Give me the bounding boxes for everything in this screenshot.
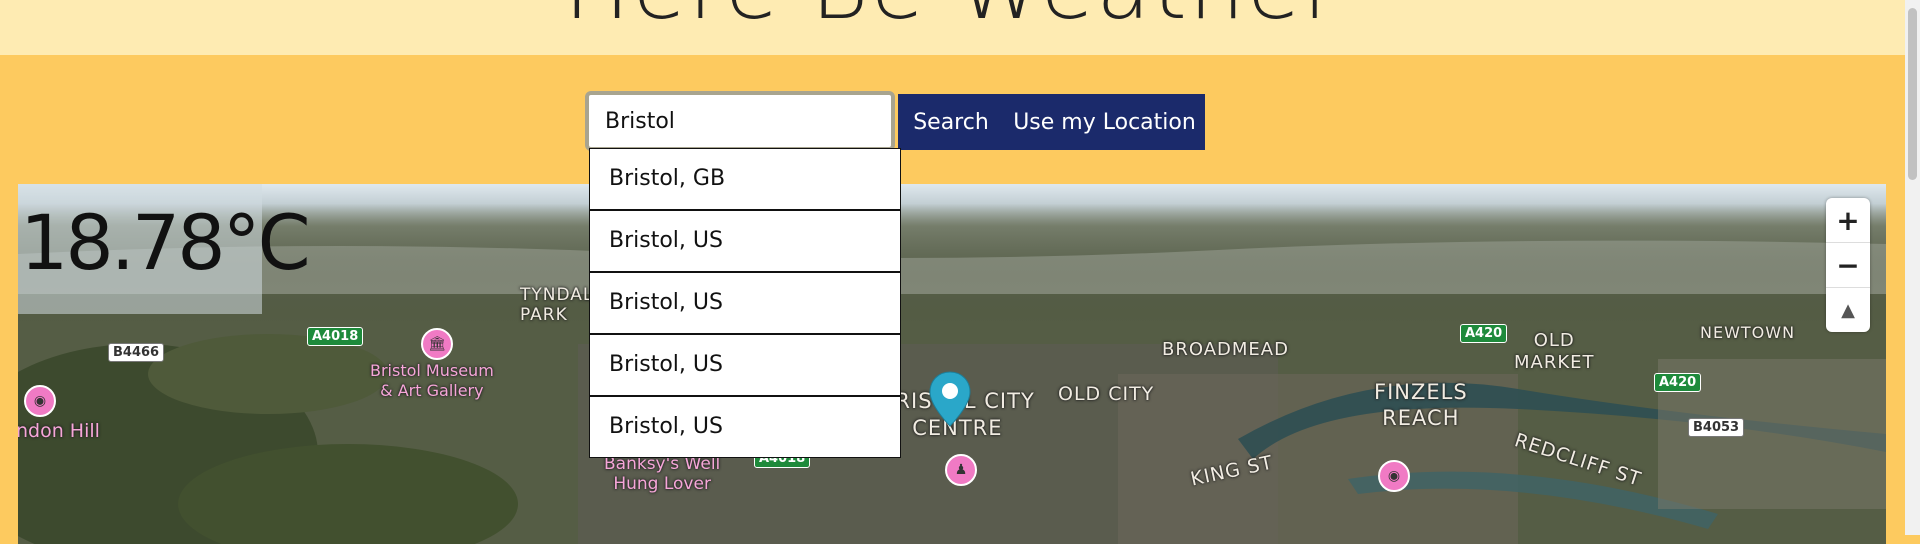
scrollbar-thumb[interactable] xyxy=(1908,8,1917,180)
road-badge-a420: A420 xyxy=(1654,373,1702,392)
map-label-old-market: OLD MARKET xyxy=(1514,330,1595,373)
search-input[interactable] xyxy=(585,91,895,151)
camera-icon[interactable]: ◉ xyxy=(1378,460,1410,492)
suggestion-dropdown: Bristol, GB Bristol, US Bristol, US Bris… xyxy=(589,148,901,458)
suggestion-item[interactable]: Bristol, US xyxy=(589,210,901,272)
map-label-broadmead: BROADMEAD xyxy=(1162,339,1289,360)
road-badge-a420: A420 xyxy=(1460,324,1508,343)
page-header: Here Be Weather xyxy=(0,0,1905,55)
map-controls: + − ▲ xyxy=(1826,198,1870,332)
suggestion-item[interactable]: Bristol, US xyxy=(589,334,901,396)
suggestion-item[interactable]: Bristol, GB xyxy=(589,148,901,210)
temperature-value: 18.78°C xyxy=(20,198,311,287)
zoom-in-button[interactable]: + xyxy=(1826,198,1870,243)
use-my-location-button[interactable]: Use my Location xyxy=(1004,94,1205,150)
poi-label-banksy: Banksy's Well Hung Lover xyxy=(604,454,721,494)
museum-icon[interactable]: 🏛 xyxy=(421,328,453,360)
map-label-brandon-hill: ndon Hill xyxy=(18,420,100,442)
zoom-out-button[interactable]: − xyxy=(1826,243,1870,288)
road-badge-b4053: B4053 xyxy=(1688,418,1745,437)
temperature-display: 18.78°C xyxy=(18,184,311,314)
map-label-newtown: NEWTOWN xyxy=(1700,323,1796,342)
road-badge-b4466: B4466 xyxy=(108,343,165,362)
road-badge-a4018: A4018 xyxy=(307,327,364,346)
camera-icon[interactable]: ◉ xyxy=(24,385,56,417)
page-title: Here Be Weather xyxy=(0,0,1905,38)
map-label-old-city: OLD CITY xyxy=(1058,383,1155,405)
suggestion-item[interactable]: Bristol, US xyxy=(589,272,901,334)
compass-button[interactable]: ▲ xyxy=(1826,288,1870,332)
poi-label-museum: Bristol Museum & Art Gallery xyxy=(370,361,494,400)
suggestion-item[interactable]: Bristol, US xyxy=(589,396,901,458)
location-pin-icon[interactable] xyxy=(928,370,972,428)
page-scrollbar[interactable] xyxy=(1905,0,1920,535)
map-label-finzels-reach: FINZELS REACH xyxy=(1374,380,1468,430)
compass-icon: ▲ xyxy=(1841,299,1855,321)
landmark-icon[interactable]: ♟ xyxy=(945,454,977,486)
main-content: Search Use my Location Bristol, GB Brist… xyxy=(0,55,1905,544)
map-view[interactable]: 18.78°C + − ▲ TYNDALL PARK BROADMEAD OLD… xyxy=(18,184,1886,544)
search-button[interactable]: Search xyxy=(898,94,1004,150)
